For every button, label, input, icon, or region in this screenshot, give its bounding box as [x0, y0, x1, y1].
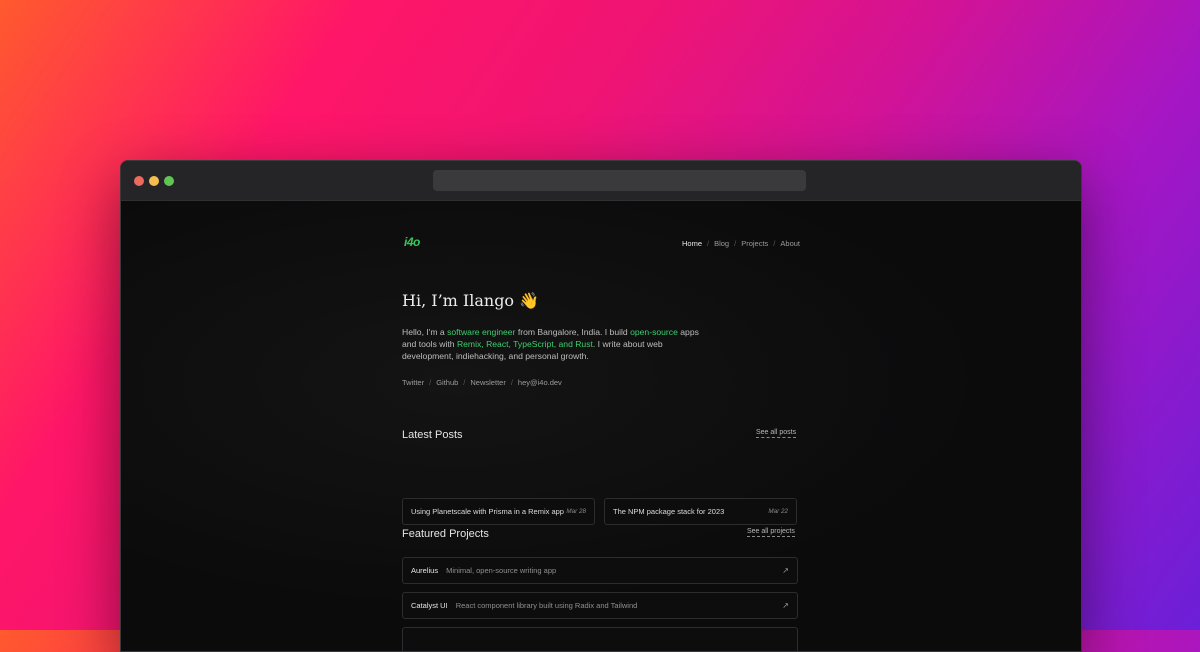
post-date: Mar 22	[768, 508, 788, 515]
address-bar[interactable]	[433, 170, 806, 191]
nav-home[interactable]: Home	[682, 239, 702, 248]
arrow-up-right-icon: ↗	[782, 566, 789, 575]
twitter-link[interactable]: Twitter	[402, 378, 424, 387]
featured-projects-title: Featured Projects	[402, 528, 489, 540]
close-window-button[interactable]	[134, 176, 144, 186]
project-row-partial[interactable]	[402, 627, 798, 651]
nav-blog[interactable]: Blog	[714, 239, 729, 248]
latest-posts-title: Latest Posts	[402, 429, 463, 441]
project-name: Catalyst UI	[411, 601, 448, 610]
project-description: Minimal, open-source writing app	[446, 566, 557, 575]
social-links: Twitter / Github / Newsletter / hey@i4o.…	[402, 378, 562, 387]
open-source-link[interactable]: open-source	[630, 327, 678, 337]
intro-text-2: from Bangalore, India. I build	[515, 327, 631, 337]
post-title: The NPM package stack for 2023	[613, 507, 725, 516]
intro-text-1: Hello, I'm a	[402, 327, 448, 337]
email-link[interactable]: hey@i4o.dev	[518, 378, 562, 387]
post-title: Using Planetscale with Prisma in a Remix…	[411, 507, 564, 516]
browser-window: i4o Home / Blog / Projects / About Hi, I…	[120, 160, 1082, 652]
social-separator: /	[510, 378, 513, 387]
nav-separator: /	[707, 239, 710, 248]
social-separator: /	[463, 378, 466, 387]
newsletter-link[interactable]: Newsletter	[470, 378, 505, 387]
software-engineer-link[interactable]: software engineer	[447, 327, 515, 337]
social-separator: /	[429, 378, 432, 387]
minimize-window-button[interactable]	[149, 176, 159, 186]
project-description: React component library built using Radi…	[455, 601, 638, 610]
maximize-window-button[interactable]	[164, 176, 174, 186]
hero-title: Hi, I’m Ilango 👋	[402, 291, 540, 310]
arrow-up-right-icon: ↗	[782, 601, 789, 610]
nav-separator: /	[734, 239, 737, 248]
page-content: i4o Home / Blog / Projects / About Hi, I…	[121, 201, 1081, 651]
main-nav: Home / Blog / Projects / About	[682, 239, 800, 248]
nav-projects[interactable]: Projects	[741, 239, 768, 248]
nav-separator: /	[773, 239, 776, 248]
intro-text: Hello, I'm a software engineer from Bang…	[402, 326, 702, 362]
post-date: Mar 28	[566, 508, 586, 515]
project-name: Aurelius	[411, 566, 439, 575]
tech-stack-link[interactable]: Remix, React, TypeScript, and Rust	[457, 339, 593, 349]
browser-titlebar	[121, 161, 1081, 201]
post-card[interactable]: The NPM package stack for 2023 Mar 22	[604, 498, 797, 525]
project-row[interactable]: Aurelius Minimal, open-source writing ap…	[402, 557, 798, 584]
site-logo[interactable]: i4o	[404, 235, 420, 249]
post-card[interactable]: Using Planetscale with Prisma in a Remix…	[402, 498, 595, 525]
project-row[interactable]: Catalyst UI React component library buil…	[402, 592, 798, 619]
see-all-projects-link[interactable]: See all projects	[747, 528, 795, 537]
see-all-posts-link[interactable]: See all posts	[756, 429, 797, 438]
nav-about[interactable]: About	[780, 239, 800, 248]
github-link[interactable]: Github	[436, 378, 458, 387]
